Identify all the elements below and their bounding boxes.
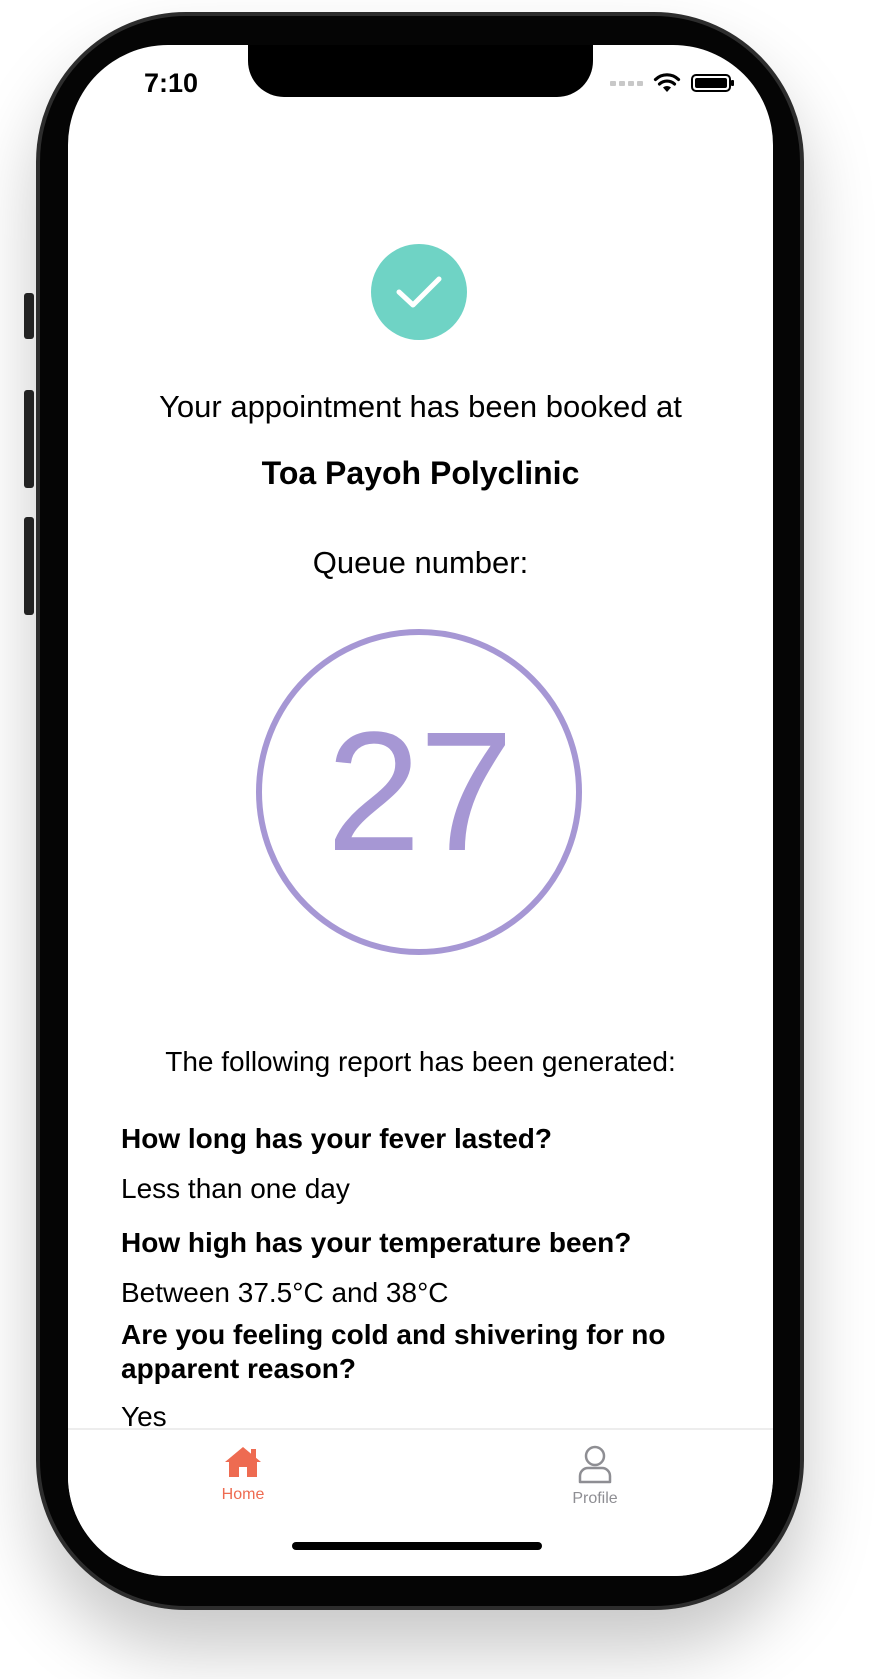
volume-down-button [24,517,34,615]
app-screen: 7:10 Your appointment has been booked at… [68,45,773,1576]
cellular-signal-icon [610,80,643,86]
tab-profile-label: Profile [572,1490,618,1507]
profile-icon [578,1445,612,1484]
home-indicator[interactable] [292,1542,542,1550]
notch [248,45,593,97]
home-icon [225,1447,261,1477]
report-list: How long has your fever lasted? Less tha… [121,1122,721,1434]
report-question: How high has your temperature been? [121,1227,632,1258]
tab-profile[interactable]: Profile [525,1444,665,1508]
tab-home-label: Home [221,1486,265,1503]
report-question: Are you feeling cold and shivering for n… [121,1319,666,1384]
report-answer: Between 37.5°C and 38°C [121,1277,449,1308]
report-answer: Less than one day [121,1173,350,1204]
report-heading: The following report has been generated: [165,1046,676,1077]
mute-switch [24,293,34,339]
report-question: How long has your fever lasted? [121,1123,552,1154]
status-icons [610,73,734,93]
queue-label: Queue number: [312,545,529,580]
status-time: 7:10 [144,68,199,98]
battery-icon [691,74,734,92]
tab-home[interactable]: Home [173,1444,313,1504]
booking-message: Your appointment has been booked at [159,389,682,424]
queue-number-ring: 27 [256,629,582,955]
clinic-name: Toa Payoh Polyclinic [261,455,580,491]
tab-bar: Home Profile [68,1428,773,1576]
wifi-icon [653,73,681,92]
queue-number: 27 [326,697,513,887]
success-check-icon [371,244,467,340]
volume-up-button [24,390,34,488]
